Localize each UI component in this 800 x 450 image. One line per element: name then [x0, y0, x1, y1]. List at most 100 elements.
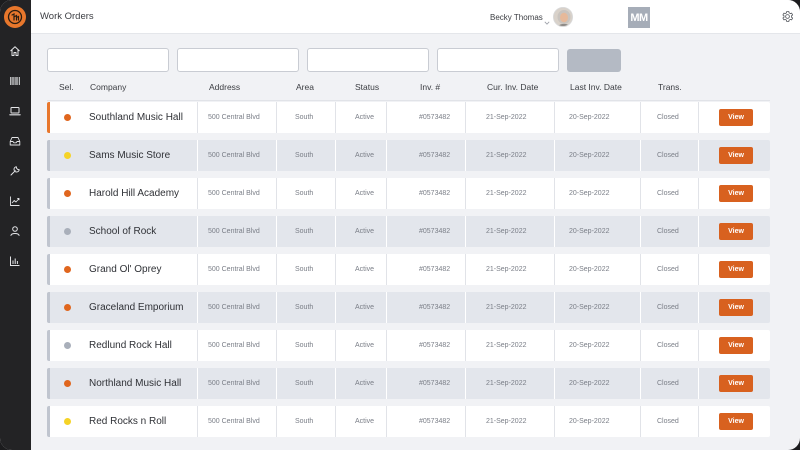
- column-divider: [335, 216, 336, 247]
- inbox-icon[interactable]: [8, 134, 22, 148]
- status-dot[interactable]: [64, 114, 71, 121]
- column-divider: [197, 216, 198, 247]
- column-header-transaction[interactable]: Trans.: [658, 82, 682, 92]
- view-button[interactable]: View: [719, 185, 753, 202]
- column-divider: [197, 102, 198, 133]
- barcode-icon[interactable]: [8, 74, 22, 88]
- gear-icon[interactable]: [781, 10, 794, 23]
- column-header-company[interactable]: Company: [90, 82, 126, 92]
- column-header-invoice-number[interactable]: Inv. #: [420, 82, 440, 92]
- user-initials-badge[interactable]: MM: [628, 7, 650, 28]
- transaction-cell: Closed: [657, 152, 679, 159]
- view-button[interactable]: View: [719, 413, 753, 430]
- status-dot[interactable]: [64, 228, 71, 235]
- view-button[interactable]: View: [719, 261, 753, 278]
- status-cell: Active: [355, 304, 375, 311]
- table-row[interactable]: School of Rock 500 Central Blvd South Activ…: [47, 216, 770, 247]
- area-cell: South: [295, 380, 314, 387]
- table-row[interactable]: Grand Ol' Oprey 500 Central Blvd South Acti…: [47, 254, 770, 285]
- row-indicator: [47, 216, 50, 247]
- trend-chart-icon[interactable]: [8, 194, 22, 208]
- column-header-current-invoice-date[interactable]: Cur. Inv. Date: [487, 82, 538, 92]
- status-dot[interactable]: [64, 152, 71, 159]
- column-divider: [698, 368, 699, 399]
- status-dot[interactable]: [64, 304, 71, 311]
- table-row[interactable]: Sams Music Store 500 Central Blvd South Act…: [47, 140, 770, 171]
- home-icon[interactable]: [8, 44, 22, 58]
- address-cell: 500 Central Blvd: [208, 152, 260, 159]
- status-dot[interactable]: [64, 266, 71, 273]
- column-divider: [640, 254, 641, 285]
- column-divider: [197, 368, 198, 399]
- column-divider: [197, 292, 198, 323]
- column-divider: [640, 102, 641, 133]
- column-divider: [698, 254, 699, 285]
- column-divider: [276, 368, 277, 399]
- column-header-last-invoice-date[interactable]: Last Inv. Date: [570, 82, 622, 92]
- app-window: Work Orders Becky Thomas MM Sel. Company…: [0, 0, 800, 450]
- view-button[interactable]: View: [719, 299, 753, 316]
- address-cell: 500 Central Blvd: [208, 266, 260, 273]
- logo-icon[interactable]: [4, 6, 26, 28]
- column-divider: [335, 330, 336, 361]
- status-dot[interactable]: [64, 190, 71, 197]
- filter-input-3[interactable]: [307, 48, 429, 72]
- table-row[interactable]: Graceland Emporium 500 Central Blvd South A…: [47, 292, 770, 323]
- column-header-status[interactable]: Status: [355, 82, 379, 92]
- column-divider: [640, 216, 641, 247]
- view-button[interactable]: View: [719, 375, 753, 392]
- column-divider: [335, 292, 336, 323]
- table-row[interactable]: Red Rocks n Roll 500 Central Blvd South Act…: [47, 406, 770, 437]
- current-invoice-date-cell: 21-Sep-2022: [486, 114, 527, 121]
- filter-input-4[interactable]: [437, 48, 559, 72]
- column-divider: [386, 102, 387, 133]
- view-button[interactable]: View: [719, 147, 753, 164]
- address-cell: 500 Central Blvd: [208, 228, 260, 235]
- area-cell: South: [295, 304, 314, 311]
- filter-input-1[interactable]: [47, 48, 169, 72]
- column-header-address[interactable]: Address: [209, 82, 240, 92]
- transaction-cell: Closed: [657, 418, 679, 425]
- chevron-down-icon[interactable]: [544, 13, 550, 31]
- status-cell: Active: [355, 418, 375, 425]
- status-dot[interactable]: [64, 342, 71, 349]
- view-button[interactable]: View: [719, 337, 753, 354]
- column-divider: [335, 254, 336, 285]
- user-icon[interactable]: [8, 224, 22, 238]
- column-divider: [465, 102, 466, 133]
- address-cell: 500 Central Blvd: [208, 380, 260, 387]
- invoice-number-cell: #0573482: [419, 266, 451, 273]
- laptop-icon[interactable]: [8, 104, 22, 118]
- bar-chart-icon[interactable]: [8, 254, 22, 268]
- status-dot[interactable]: [64, 418, 71, 425]
- invoice-number-cell: #0573482: [419, 228, 451, 235]
- filter-submit-button[interactable]: [567, 49, 621, 72]
- user-name[interactable]: Becky Thomas: [490, 13, 543, 22]
- table-row[interactable]: Redlund Rock Hall 500 Central Blvd South Ac…: [47, 330, 770, 361]
- filter-input-2[interactable]: [177, 48, 299, 72]
- column-divider: [386, 254, 387, 285]
- row-indicator: [47, 368, 50, 399]
- column-divider: [640, 178, 641, 209]
- column-divider: [698, 140, 699, 171]
- address-cell: 500 Central Blvd: [208, 304, 260, 311]
- avatar[interactable]: [553, 7, 573, 27]
- status-cell: Active: [355, 266, 375, 273]
- column-divider: [335, 368, 336, 399]
- header-divider: [47, 100, 770, 101]
- column-divider: [465, 254, 466, 285]
- status-cell: Active: [355, 380, 375, 387]
- column-header-area[interactable]: Area: [296, 82, 314, 92]
- table-row[interactable]: Southland Music Hall 500 Central Blvd Sout…: [47, 102, 770, 133]
- column-divider: [554, 406, 555, 437]
- current-invoice-date-cell: 21-Sep-2022: [486, 380, 527, 387]
- view-button[interactable]: View: [719, 109, 753, 126]
- view-button[interactable]: View: [719, 223, 753, 240]
- status-dot[interactable]: [64, 380, 71, 387]
- table-row[interactable]: Harold Hill Academy 500 Central Blvd South…: [47, 178, 770, 209]
- last-invoice-date-cell: 20-Sep-2022: [569, 190, 610, 197]
- wrench-icon[interactable]: [8, 164, 22, 178]
- table-row[interactable]: Northland Music Hall 500 Central Blvd Sout…: [47, 368, 770, 399]
- transaction-cell: Closed: [657, 304, 679, 311]
- transaction-cell: Closed: [657, 190, 679, 197]
